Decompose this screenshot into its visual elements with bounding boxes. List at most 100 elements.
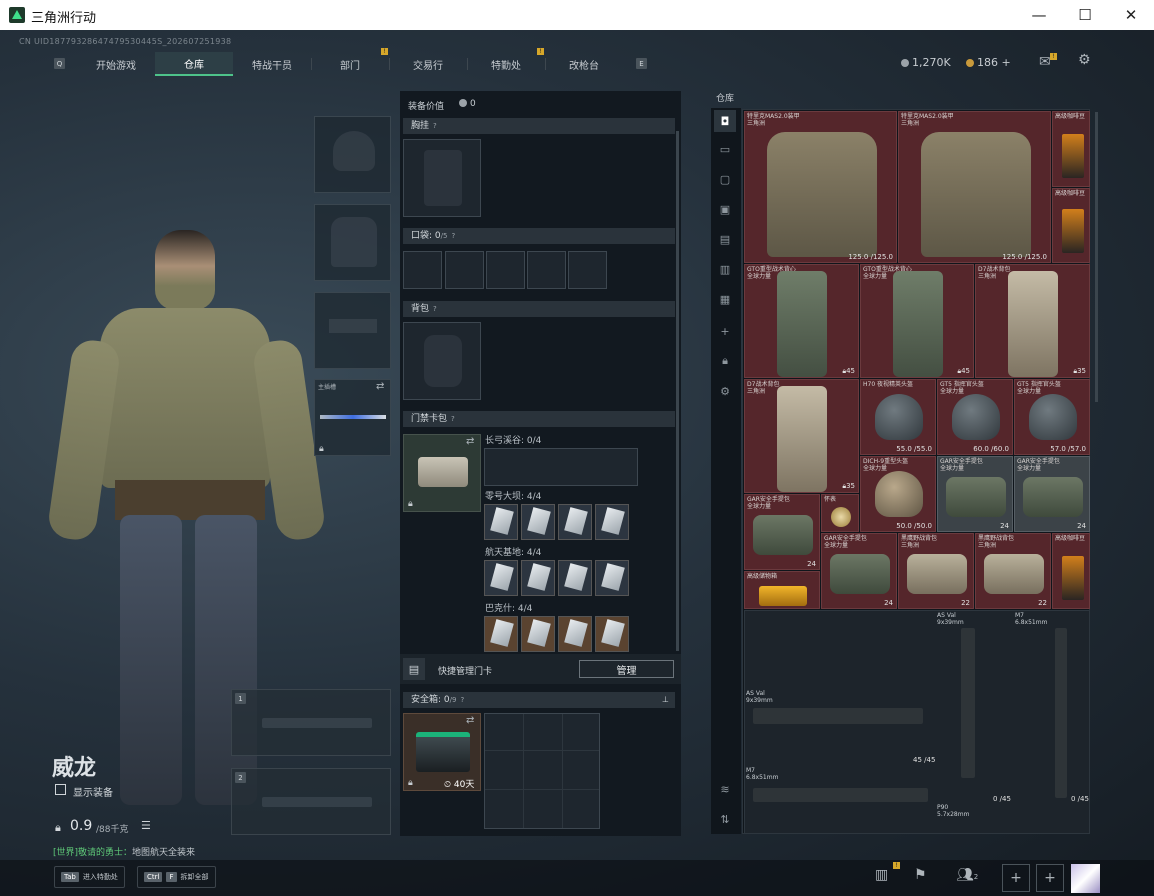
invite-slot-button[interactable]: + xyxy=(1036,864,1064,892)
swap-icon[interactable]: ⇄ xyxy=(466,436,474,447)
stash-bag-tab-icon[interactable]: ▤ xyxy=(714,228,736,250)
keycard-item[interactable] xyxy=(558,560,592,596)
keycard-item[interactable] xyxy=(484,560,518,596)
stash-lock-icon[interactable]: 🔒︎ xyxy=(714,350,736,372)
stash-item-rig[interactable]: GTO重型战术背心 全球力量 🔒︎45 xyxy=(860,264,974,378)
stash-weapon-tab-icon[interactable]: ▭ xyxy=(714,138,736,160)
stash-item-armor[interactable]: 特里克MAS2.0装甲 三角洲 125.0 /125.0 xyxy=(898,111,1051,263)
stash-item-bag[interactable]: GAR安全手提包 全球力量 24 xyxy=(744,494,820,570)
nav-prev-key[interactable]: Q xyxy=(54,58,65,69)
melee-slot[interactable]: 主插槽 ⇄ 🔒︎ xyxy=(314,379,391,456)
stash-item-backpack[interactable]: D7战术背包 三角洲 🔒︎35 xyxy=(975,264,1090,378)
keycard-item[interactable] xyxy=(595,560,629,596)
stash-item-bag[interactable]: 黑鹰野战背包 三角洲 22 xyxy=(898,533,974,609)
pocket-slot[interactable] xyxy=(568,251,607,289)
help-icon[interactable]: ? xyxy=(433,118,437,134)
backpack-slot[interactable] xyxy=(403,322,481,400)
helmet-slot[interactable] xyxy=(314,116,391,193)
swap-icon[interactable]: ⇄ xyxy=(376,381,384,392)
secondary-weapon-slot[interactable]: 2 xyxy=(231,768,391,835)
tab-trade[interactable]: 交易行 xyxy=(389,52,467,76)
maximize-button[interactable]: ☐ xyxy=(1062,0,1108,30)
stash-scrollbar[interactable] xyxy=(1095,112,1098,402)
stash-item-storage-box[interactable]: 高级储物箱 xyxy=(744,571,820,609)
manage-button[interactable]: 管理 xyxy=(579,660,674,678)
equipment-scrollbar[interactable] xyxy=(676,131,679,651)
stash-item-coffee[interactable]: 高级咖啡豆 xyxy=(1052,111,1090,187)
swap-icon[interactable]: ⇄ xyxy=(466,715,474,726)
tab-department[interactable]: 部门 xyxy=(311,52,389,76)
pocket-slot[interactable] xyxy=(403,251,442,289)
keycard-group-slots[interactable] xyxy=(484,448,638,486)
pocket-slot[interactable] xyxy=(486,251,525,289)
stash-item-helmet[interactable]: GT5 指挥官头盔 全球力量 57.0 /57.0 xyxy=(1014,379,1090,455)
delta-coin-currency[interactable]: 186 + xyxy=(966,56,1011,69)
safebox-grid[interactable] xyxy=(484,713,600,829)
stash-ammo-tab-icon[interactable]: ▥ xyxy=(714,258,736,280)
special-ops-shortcut[interactable]: Tab 进入特勤处 xyxy=(54,866,125,888)
hafu-currency[interactable]: 1,270K xyxy=(901,56,951,69)
stash-item-coffee[interactable]: 高级咖啡豆 xyxy=(1052,533,1090,609)
friends-icon[interactable]: 👥︎2 xyxy=(956,867,978,883)
stash-item-backpack[interactable]: D7战术背包 三角洲 🔒︎35 xyxy=(744,379,859,493)
keycard-item[interactable] xyxy=(558,504,592,540)
tab-special-ops[interactable]: 特勤处 xyxy=(467,52,545,76)
assault-rifle-icon[interactable] xyxy=(961,628,975,778)
tab-gunsmith[interactable]: 改枪台 xyxy=(545,52,623,76)
stash-item-bag[interactable]: GAR安全手提包 全球力量 24 xyxy=(1014,456,1090,532)
chest-rig-slot[interactable] xyxy=(403,139,481,217)
tab-operators[interactable]: 特战干员 xyxy=(233,52,311,76)
keycard-item[interactable] xyxy=(595,616,629,652)
keycard-item[interactable] xyxy=(521,616,555,652)
pistol-slot[interactable] xyxy=(314,292,391,369)
keycard-item[interactable] xyxy=(484,616,518,652)
stash-misc-tab-icon[interactable]: ▦ xyxy=(714,288,736,310)
stash-item-helmet[interactable]: DICH-9重型头盔 全球力量 50.0 /50.0 xyxy=(860,456,936,532)
invite-slot-button[interactable]: + xyxy=(1002,864,1030,892)
stash-item-bag[interactable]: GAR安全手提包 全球力量 24 xyxy=(821,533,897,609)
battle-rifle-icon[interactable] xyxy=(753,788,928,802)
help-icon[interactable]: ? xyxy=(451,411,455,427)
keycard-item[interactable] xyxy=(521,504,555,540)
minimize-button[interactable]: — xyxy=(1016,0,1062,30)
stash-item-watch[interactable]: 怀表 xyxy=(821,494,859,532)
list-icon[interactable]: ☰ xyxy=(141,819,151,832)
keycard-item[interactable] xyxy=(484,504,518,540)
stash-item-helmet[interactable]: H70 夜视精英头盔 55.0 /55.0 xyxy=(860,379,936,455)
help-icon[interactable]: ? xyxy=(460,692,464,708)
stats-chart-icon[interactable]: ▥ xyxy=(875,867,888,883)
stash-armor-tab-icon[interactable]: ▢ xyxy=(714,168,736,190)
stash-item-rig[interactable]: GTO重型战术背心 全球力量 🔒︎45 xyxy=(744,264,859,378)
stash-settings-icon[interactable]: ⚙ xyxy=(714,380,736,402)
settings-gear-icon[interactable]: ⚙ xyxy=(1078,52,1091,68)
stash-layers-icon[interactable]: ≋ xyxy=(714,778,736,800)
stash-item-bag[interactable]: 黑鹰野战背包 三角洲 22 xyxy=(975,533,1051,609)
chat-line[interactable]: [世界]敬请的勇士：地图航天全装来 xyxy=(53,845,195,858)
stash-add-icon[interactable]: + xyxy=(714,320,736,342)
unequip-all-shortcut[interactable]: Ctrl F 拆卸全部 xyxy=(137,866,216,888)
flag-icon[interactable]: ⚑ xyxy=(914,867,927,883)
close-button[interactable]: ✕ xyxy=(1108,0,1154,30)
keycard-case-slot[interactable]: ⇄ 🔒︎ xyxy=(403,434,481,512)
keycard-manage-icon[interactable]: ▤ xyxy=(403,658,425,680)
keycard-item[interactable] xyxy=(558,616,592,652)
keycard-item[interactable] xyxy=(595,504,629,540)
assault-rifle-icon[interactable] xyxy=(753,708,923,724)
stash-all-tab-icon[interactable]: ◘ xyxy=(714,110,736,132)
pin-icon[interactable]: ⊥ xyxy=(662,692,669,708)
stash-item-armor[interactable]: 特里克MAS2.0装甲 三角洲 125.0 /125.0 xyxy=(744,111,897,263)
tab-start-game[interactable]: 开始游戏 xyxy=(77,52,155,76)
stash-helmet-tab-icon[interactable]: ▣ xyxy=(714,198,736,220)
help-icon[interactable]: ? xyxy=(451,228,455,244)
stash-item-coffee[interactable]: 高级咖啡豆 xyxy=(1052,188,1090,263)
battle-rifle-icon[interactable] xyxy=(1055,628,1067,798)
armor-slot[interactable] xyxy=(314,204,391,281)
nav-next-key[interactable]: E xyxy=(636,58,647,69)
pocket-slot[interactable] xyxy=(445,251,484,289)
stash-item-bag[interactable]: GAR安全手提包 全球力量 24 xyxy=(937,456,1013,532)
avatar[interactable] xyxy=(1071,864,1100,893)
help-icon[interactable]: ? xyxy=(433,301,437,317)
keycard-item[interactable] xyxy=(521,560,555,596)
pocket-slot[interactable] xyxy=(527,251,566,289)
show-equipment-checkbox[interactable] xyxy=(55,784,66,795)
